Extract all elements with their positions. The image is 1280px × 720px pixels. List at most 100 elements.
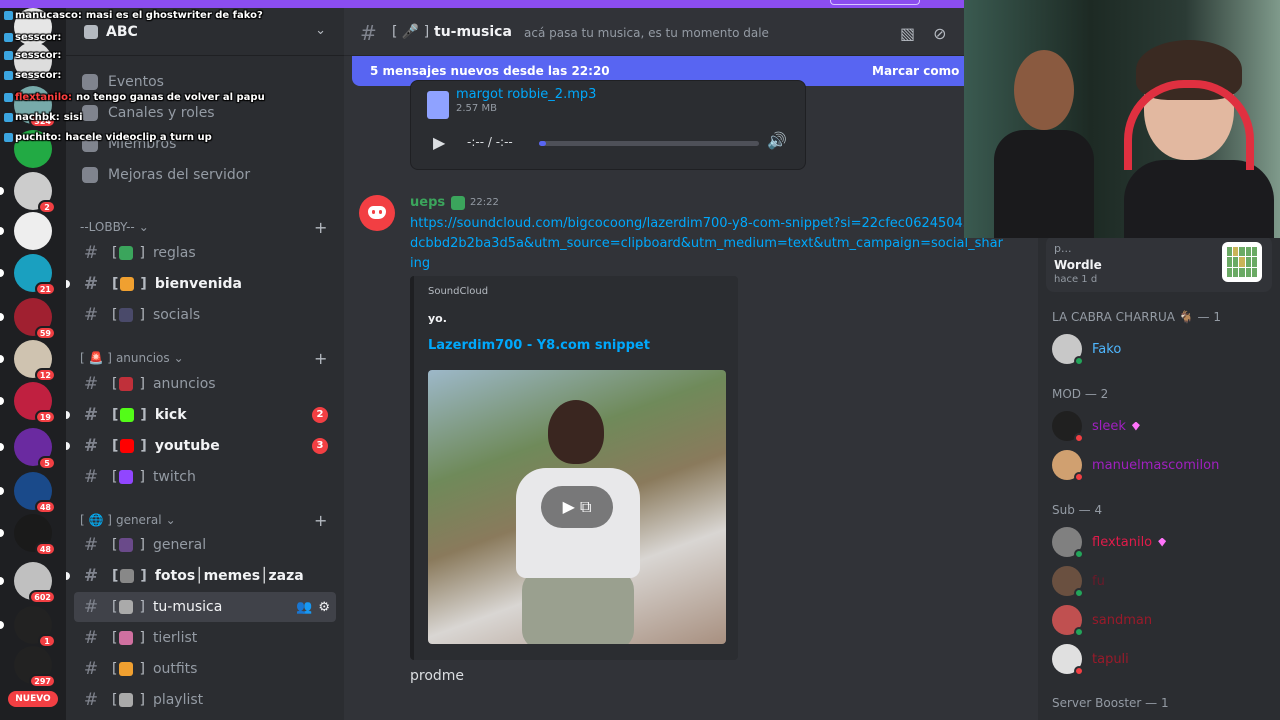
chat-text: hacele videoclip a turn up — [65, 132, 212, 143]
channel-emoji-icon — [119, 662, 134, 676]
avatar[interactable] — [359, 195, 395, 231]
channel-item[interactable]: #[] bienvenida — [66, 269, 336, 299]
streamer — [1114, 40, 1274, 238]
channel-emoji-icon — [119, 693, 134, 707]
chat-badge-icon — [4, 133, 13, 142]
menu-mejoras[interactable]: Mejoras del servidor — [82, 163, 250, 187]
hash-icon: # — [83, 374, 99, 394]
add-channel-icon[interactable]: + — [314, 349, 327, 368]
webcam-overlay — [964, 0, 1280, 238]
audio-filename[interactable]: margot robbie_2.mp3 — [456, 87, 596, 102]
add-channel-icon[interactable]: + — [314, 511, 327, 530]
calendar-icon — [82, 74, 98, 90]
server-icon[interactable]: 297 — [14, 646, 56, 688]
server-icon[interactable]: 1 — [0, 606, 56, 648]
channel-item[interactable]: #[] tierlist — [74, 623, 336, 653]
channel-item[interactable]: #[] twitch — [74, 462, 336, 492]
member-name: Fako — [1092, 341, 1122, 357]
channel-item[interactable]: #[] outfits — [74, 654, 336, 684]
message-link[interactable]: https://soundcloud.com/bigcocoong/lazerd… — [410, 214, 1006, 274]
category-general[interactable]: [ 🌐 ] general ⌄ + — [80, 511, 327, 530]
invite-icon[interactable]: 👥 — [296, 600, 312, 615]
chevron-down-icon[interactable]: ⌄ — [315, 23, 326, 38]
volume-icon[interactable]: 🔊 — [767, 131, 787, 150]
message-author[interactable]: ueps — [410, 195, 466, 210]
member-item[interactable]: sleek — [1052, 409, 1272, 443]
server-icon[interactable]: 21 — [0, 254, 56, 296]
channel-label: anuncios — [152, 376, 216, 392]
channel-item[interactable]: #[] playlist — [74, 685, 336, 715]
unread-pill — [0, 313, 4, 321]
discord-logo-icon — [368, 206, 386, 219]
mute-bell-icon[interactable]: ⊘ — [933, 24, 946, 43]
channel-item[interactable]: #[] socials — [74, 300, 336, 330]
embed-provider: SoundCloud — [428, 286, 489, 297]
server-icon[interactable]: 19 — [0, 382, 56, 424]
channel-label: youtube — [154, 438, 220, 454]
banner-button[interactable] — [830, 0, 920, 5]
server-boost-icon — [84, 25, 98, 39]
chat-text: masi es el ghostwriter de fako? — [85, 10, 263, 21]
message-text: prodme — [410, 668, 465, 684]
channel-header: # [ 🎤 ] tu-musica acá pasa tu musica, es… — [344, 8, 1038, 56]
channel-topic[interactable]: acá pasa tu musica, es tu momento dale — [524, 26, 769, 40]
member-name: sandman — [1092, 612, 1153, 628]
chat-message: flextanilo: no tengo ganas de volver al p… — [4, 92, 265, 103]
channel-emoji-icon — [119, 377, 134, 391]
server-icon[interactable]: 602 — [0, 562, 56, 604]
chat-message: sesscor: — [4, 32, 65, 43]
category-anuncios[interactable]: [ 🚨 ] anuncios ⌄ + — [80, 349, 327, 368]
embed-title[interactable]: Lazerdim700 - Y8.com snippet — [428, 338, 650, 353]
chat-badge-icon — [4, 33, 13, 42]
add-channel-icon[interactable]: + — [314, 218, 327, 237]
channel-item[interactable]: #[] fotos│memes│zaza — [66, 561, 336, 591]
server-icon[interactable] — [0, 212, 52, 250]
channel-label: playlist — [152, 692, 204, 708]
chat-message: nachbk: sisi — [4, 112, 83, 123]
channel-item[interactable]: #[] youtube 3 — [66, 431, 336, 461]
member-item[interactable]: tapuli — [1052, 642, 1272, 676]
chat-username: nachbk: — [15, 112, 60, 123]
server-icon[interactable]: 5 — [0, 428, 56, 470]
mention-badge: 5 — [38, 456, 56, 470]
threads-icon[interactable]: ▧ — [900, 24, 915, 43]
channel-item[interactable]: #[] general — [74, 530, 336, 560]
server-icon[interactable]: 12 — [0, 340, 56, 382]
mention-badge: 21 — [34, 282, 56, 296]
channel-label: tu-musica — [152, 599, 223, 615]
gear-icon[interactable]: ⚙ — [318, 600, 330, 615]
audio-progress-bar[interactable] — [539, 141, 759, 146]
mention-badge: 1 — [38, 634, 56, 648]
unread-indicator — [66, 572, 70, 580]
member-item[interactable]: flextanilo — [1052, 525, 1272, 559]
menu-canales-roles[interactable]: Canales y roles — [82, 101, 215, 125]
member-name: flextanilo — [1092, 534, 1153, 550]
channel-item[interactable]: #[] kick 2 — [66, 400, 336, 430]
new-servers-badge[interactable]: NUEVO — [8, 691, 58, 707]
menu-eventos[interactable]: Eventos — [82, 70, 164, 94]
server-icon[interactable]: 2 — [0, 172, 56, 214]
channel-item[interactable]: #[] reglas — [74, 238, 336, 268]
member-item[interactable]: Fako — [1052, 332, 1272, 366]
channel-emoji-bracket: [ 🎤 ] — [392, 24, 430, 40]
hash-icon: # — [83, 405, 99, 425]
activity-card[interactable]: p... Wordle hace 1 d — [1046, 236, 1272, 292]
channel-sidebar: ABC ⌄ Eventos Canales y roles Miembros M… — [66, 8, 344, 720]
avatar — [1052, 334, 1084, 366]
channel-label: kick — [154, 407, 187, 423]
category-lobby[interactable]: --LOBBY-- ⌄ + — [80, 218, 327, 237]
play-icon[interactable]: ▶ — [433, 133, 445, 152]
channel-item[interactable]: #[] anuncios — [74, 369, 336, 399]
server-icon[interactable]: 59 — [0, 298, 56, 340]
channel-item[interactable]: #[] tu-musica 👥 ⚙ — [74, 592, 336, 622]
member-item[interactable]: sandman — [1052, 603, 1272, 637]
member-item[interactable]: manuelmascomilon — [1052, 448, 1272, 482]
video-play-icon[interactable]: ▶ ⧉ — [541, 486, 613, 528]
avatar — [1052, 450, 1084, 482]
member-item[interactable]: fu — [1052, 564, 1272, 598]
chat-message: manucasco: masi es el ghostwriter de fako… — [4, 10, 263, 21]
embed-thumbnail[interactable]: ▶ ⧉ — [428, 370, 726, 644]
server-icon[interactable]: 48 — [0, 472, 56, 514]
mention-badge: 3 — [312, 438, 328, 454]
server-icon[interactable]: 48 — [0, 514, 56, 556]
